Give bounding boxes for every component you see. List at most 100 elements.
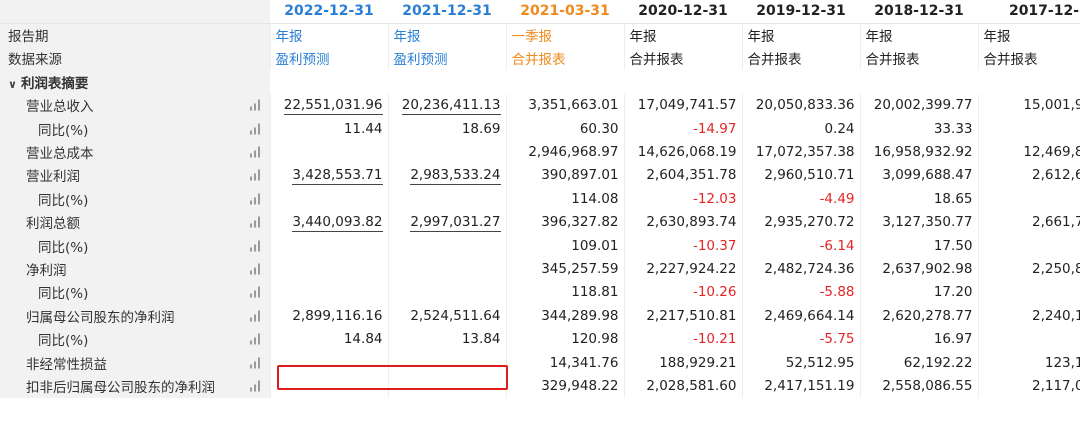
bar-chart-icon[interactable] — [249, 263, 264, 275]
value-text: 14.84 — [343, 331, 383, 348]
value-text: 2,217,510.81 — [646, 307, 737, 324]
bar-chart-icon[interactable] — [249, 333, 264, 345]
value-cell — [269, 280, 388, 305]
value-text: 3,351,663.01 — [528, 97, 619, 114]
value-text: 396,327.82 — [541, 214, 619, 231]
value-cell: 44. — [977, 280, 1080, 305]
bar-chart-icon[interactable] — [249, 216, 264, 228]
column-header-date[interactable]: 2019-12-31 — [742, 0, 860, 24]
bar-chart-icon[interactable] — [249, 286, 264, 298]
value-text: 62,192.22 — [903, 354, 973, 371]
value-text: 2,482,724.36 — [764, 260, 855, 277]
value-text: 0.24 — [824, 120, 855, 137]
column-header-date[interactable]: 2021-12-31 — [388, 0, 506, 24]
section-title: 利润表摘要 — [20, 75, 89, 92]
bar-chart-icon[interactable] — [249, 310, 264, 322]
section-income-summary[interactable]: ∨ 利润表摘要 — [0, 70, 270, 94]
chevron-down-icon[interactable]: ∨ — [8, 78, 17, 91]
value-cell: 2,227,924.22 — [623, 257, 742, 281]
bar-chart-icon[interactable] — [249, 146, 264, 158]
bar-chart-icon[interactable] — [249, 357, 264, 369]
table-row: 同比(%) 14.84 13.84 120.98 -10.21 -5.75 16.9744. — [0, 327, 1080, 351]
bar-chart-icon[interactable] — [249, 240, 264, 252]
column-header-date[interactable]: 2018-12-31 — [860, 0, 978, 24]
value-cell: -4.49 — [741, 187, 860, 211]
value-text: 2,630,893.74 — [646, 214, 737, 231]
row-label-text: 营业总收入 — [26, 99, 94, 116]
value-text: 17,072,357.38 — [755, 144, 855, 161]
row-label: 非经常性损益 — [0, 350, 270, 375]
value-text[interactable]: 2,983,533.24 — [410, 167, 501, 186]
value-cell: 3,440,093.82 — [269, 210, 388, 234]
value-cell: 18.69 — [387, 116, 506, 141]
row-label: 营业利润 — [0, 163, 270, 188]
report-type-cell: 年报 — [859, 23, 978, 47]
value-cell: 2,612,666. — [977, 163, 1080, 188]
value-cell: 20,050,833.36 — [741, 93, 860, 117]
row-label-text: 营业总成本 — [26, 146, 94, 163]
value-cell: 52,512.95 — [741, 350, 860, 375]
column-header-date[interactable]: 2022-12-31 — [270, 0, 388, 24]
value-cell — [269, 187, 388, 211]
value-cell: 3,351,663.01 — [505, 93, 624, 117]
row-label: 营业总收入 — [0, 93, 270, 117]
value-cell: 2,935,270.72 — [741, 210, 860, 234]
data-source-cell: 盈利预测 — [269, 46, 388, 71]
value-text: 17.20 — [933, 284, 973, 301]
value-text: 15,001,955. — [1023, 97, 1080, 114]
table-row: 营业总收入 22,551,031.96 20,236,411.13 3,351,663… — [0, 93, 1080, 117]
value-cell: 16,958,932.92 — [859, 140, 978, 164]
bar-chart-icon[interactable] — [249, 193, 264, 205]
value-cell: 17,049,741.57 — [623, 93, 742, 117]
value-text: 188,929.21 — [659, 354, 737, 371]
row-label: 同比(%) — [0, 116, 270, 141]
value-cell: 2,417,151.19 — [741, 374, 860, 398]
report-period-row: 报告期 年报 年报 一季报 年报 年报 年报 年报 — [0, 23, 1080, 47]
row-label-text: 净利润 — [26, 262, 67, 279]
value-text: 2,469,664.14 — [764, 307, 855, 324]
value-cell: 17.20 — [859, 280, 978, 305]
value-cell: 2,630,893.74 — [623, 210, 742, 234]
highlight-box — [277, 365, 508, 390]
financial-table-view: 2022-12-31 2021-12-31 2021-03-31 2020-12-31… — [0, 0, 1080, 443]
value-text: -5.88 — [819, 284, 855, 301]
value-text[interactable]: 3,440,093.82 — [292, 214, 383, 233]
bar-chart-icon[interactable] — [249, 123, 264, 135]
value-text: 60.30 — [579, 120, 619, 137]
value-cell: 33.33 — [859, 116, 978, 141]
bar-chart-icon[interactable] — [249, 169, 264, 181]
report-type-cell: 年报 — [269, 23, 388, 47]
value-cell: 390,897.01 — [505, 163, 624, 188]
section-spacer — [270, 70, 1080, 93]
value-cell: 120.98 — [505, 327, 624, 351]
table-row: 归属母公司股东的净利润 2,899,116.16 2,524,511.64 344,2… — [0, 304, 1080, 328]
value-text: 3,127,350.77 — [882, 214, 973, 231]
section-header-row[interactable]: ∨ 利润表摘要 — [0, 70, 1080, 94]
value-cell: -10.26 — [623, 280, 742, 305]
column-header-date[interactable]: 2020-12-31 — [624, 0, 742, 24]
column-header-date[interactable]: 2021-03-31 — [506, 0, 624, 24]
value-text: 2,558,086.55 — [882, 377, 973, 394]
value-cell: 2,983,533.24 — [387, 163, 506, 188]
data-source-cell: 合并报表 — [505, 46, 624, 71]
value-text: 2,524,511.64 — [410, 307, 501, 324]
value-text[interactable]: 22,551,031.96 — [283, 97, 383, 116]
value-cell: 18.65 — [859, 187, 978, 211]
value-cell: 17.50 — [859, 233, 978, 258]
value-cell: 2,524,511.64 — [387, 304, 506, 328]
value-cell: 2,960,510.71 — [741, 163, 860, 188]
value-cell: 3,428,553.71 — [269, 163, 388, 188]
value-text[interactable]: 2,997,031.27 — [410, 214, 501, 233]
value-cell: 114.08 — [505, 187, 624, 211]
bar-chart-icon[interactable] — [249, 380, 264, 392]
report-type-cell: 年报 — [387, 23, 506, 47]
value-text[interactable]: 20,236,411.13 — [401, 97, 501, 116]
row-label-text: 归属母公司股东的净利润 — [26, 309, 175, 326]
bar-chart-icon[interactable] — [249, 99, 264, 111]
table-row: 净利润 345,257.59 2,227,924.22 2,482,724.36 2,6… — [0, 257, 1080, 281]
data-source-row: 数据来源 盈利预测 盈利预测 合并报表 合并报表 合并报表 合并报表 合并报表 — [0, 46, 1080, 71]
value-text[interactable]: 3,428,553.71 — [292, 167, 383, 186]
column-header-date[interactable]: 2017-12- — [978, 0, 1080, 24]
value-cell: 43. — [977, 233, 1080, 258]
report-type-cell: 年报 — [623, 23, 742, 47]
